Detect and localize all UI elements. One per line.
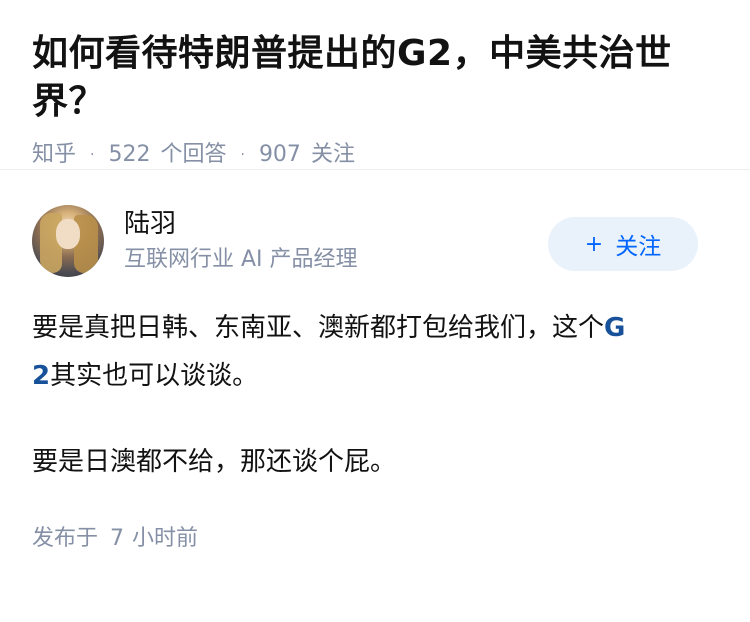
paragraph-text: 其实也可以谈谈。 [50,361,259,391]
answer-count-label: 个回答 [160,142,227,167]
question-meta: 知乎 · 522 个回答 · 907 关注 [32,140,718,170]
answer-paragraph: 要是日澳都不给，那还谈个屁。 [32,447,397,477]
author-name[interactable]: 陆羽 [124,207,548,241]
follow-button-label: 关注 [615,234,662,260]
avatar-face [56,219,80,249]
follower-count-label: 关注 [310,142,355,167]
author-headline: 互联网行业 AI 产品经理 [124,247,358,272]
follow-button[interactable]: + 关注 [548,217,698,271]
author-info: 陆羽 互联网行业 AI 产品经理 [124,207,548,275]
g2-link-part: 2 [32,361,51,391]
source-label[interactable]: 知乎 [32,140,76,170]
plus-icon: + [584,231,604,257]
paragraph-text: 要是真把日韩、东南亚、澳新都打包给我们，这个 [32,313,605,343]
question-header: 如何看待特朗普提出的G2，中美共治世界？ 知乎 · 522 个回答 · 907 … [0,0,750,170]
author-row: 陆羽 互联网行业 AI 产品经理 + 关注 [32,204,718,278]
avatar[interactable] [32,205,104,277]
g2-link-part: G [604,313,626,343]
publish-time: 发布于 7 小时前 [32,524,718,554]
meta-separator: · [90,147,95,163]
follower-count: 907 [258,142,301,167]
meta-separator: · [240,147,245,163]
question-title[interactable]: 如何看待特朗普提出的G2，中美共治世界？ [32,30,718,126]
answer-paragraph: 要是真把日韩、东南亚、澳新都打包给我们，这个G 2其实也可以谈谈。 [32,304,718,400]
answer-card: 陆羽 互联网行业 AI 产品经理 + 关注 要是真把日韩、东南亚、澳新都打包给我… [0,170,750,554]
publish-label: 发布于 [32,526,99,551]
publish-number: 7 [110,526,125,551]
answer-body: 要是真把日韩、东南亚、澳新都打包给我们，这个G 2其实也可以谈谈。 要是日澳都不给… [32,304,718,486]
answer-count: 522 [108,142,151,167]
publish-unit: 小时前 [132,526,199,551]
